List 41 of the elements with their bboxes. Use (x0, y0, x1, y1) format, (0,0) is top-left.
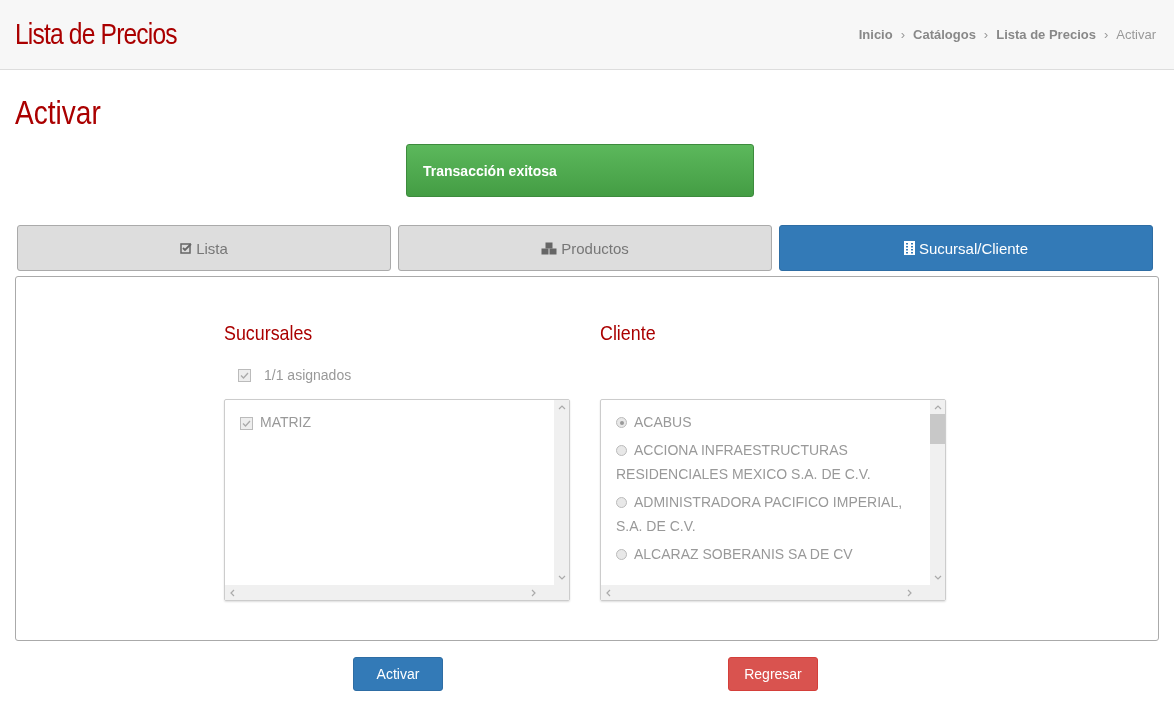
building-icon (903, 241, 915, 255)
action-button[interactable]: Activar (353, 657, 443, 691)
scroll-thumb[interactable] (930, 414, 945, 444)
action-button[interactable]: Regresar (728, 657, 818, 691)
scroll-left-icon[interactable] (230, 588, 236, 597)
radio-option[interactable]: ACCIONA INFRAESTRUCTURAS RESIDENCIALES MEXICO S.A. DE C.V. (616, 438, 914, 486)
scrollbar[interactable] (554, 400, 569, 585)
scrollbar[interactable] (601, 585, 930, 600)
checkbox[interactable] (240, 417, 253, 430)
scroll-right-icon[interactable] (530, 588, 536, 597)
scroll-left-icon[interactable] (606, 588, 612, 597)
scrollbar[interactable] (930, 400, 945, 585)
cubes-icon (541, 241, 558, 255)
radio-option[interactable]: ACABUS (616, 410, 914, 434)
breadcrumb-separator: › (1103, 27, 1109, 42)
radio-button[interactable] (616, 417, 627, 428)
scrollbar[interactable] (225, 585, 554, 600)
section-title: Sucursales (224, 321, 314, 346)
breadcrumb-separator: › (983, 27, 989, 42)
scroll-right-icon[interactable] (906, 588, 912, 597)
breadcrumb-link[interactable]: Catálogos (913, 27, 976, 42)
breadcrumb-link[interactable]: Inicio (858, 27, 893, 42)
breadcrumb-link[interactable]: Lista de Precios (996, 27, 1096, 42)
radio-option[interactable]: ALCARAZ SOBERANIS SA DE CV (616, 542, 914, 566)
checkbox-icon (180, 242, 193, 254)
tab[interactable]: Lista (17, 225, 391, 271)
checkbox-label: 1/1 asignados (264, 367, 352, 383)
page-title: Activar (15, 94, 101, 132)
breadcrumb-current: Activar (1116, 27, 1156, 42)
section-title: Cliente (600, 321, 657, 346)
list-item[interactable]: MATRIZ (260, 414, 312, 430)
tab[interactable]: Productos (398, 225, 772, 271)
radio-button[interactable] (616, 549, 627, 560)
success-alert: Transacción exitosa (406, 144, 754, 197)
checkbox[interactable] (238, 368, 251, 382)
radio-option[interactable]: ADMINISTRADORA PACIFICO IMPERIAL, S.A. DE C.V. (616, 490, 914, 538)
breadcrumb-separator: › (900, 27, 905, 42)
radio-button[interactable] (616, 497, 627, 508)
tab[interactable]: Sucursal/Cliente (779, 225, 1153, 271)
radio-button[interactable] (616, 445, 627, 456)
app-title: Lista de Precios (15, 18, 177, 51)
